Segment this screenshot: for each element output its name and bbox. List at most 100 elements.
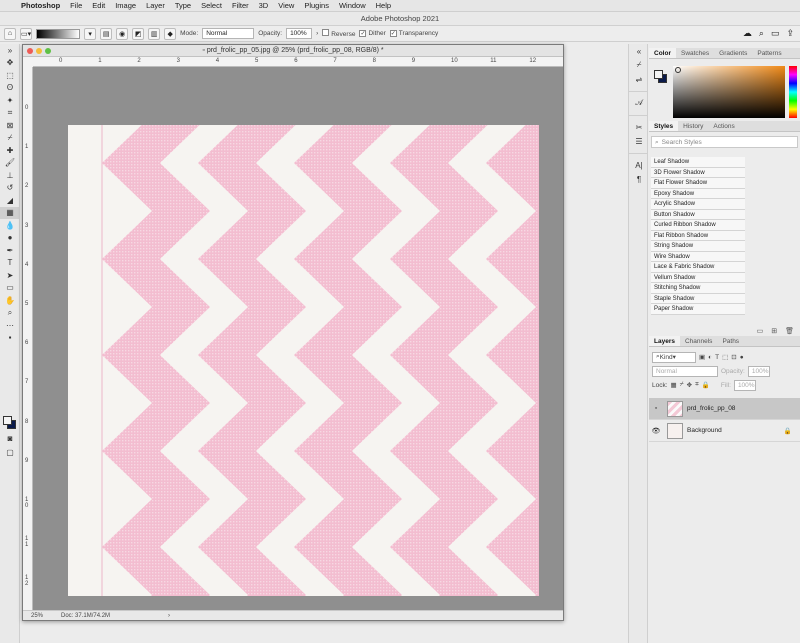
opacity-arrow-icon[interactable]: › — [316, 30, 318, 37]
canvas-area[interactable] — [33, 67, 563, 611]
cloud-sync-icon[interactable]: ☁ — [743, 28, 752, 39]
new-style-icon[interactable]: ⊞ — [771, 327, 777, 335]
tab-patterns[interactable]: Patterns — [752, 48, 786, 58]
workspace-icon[interactable]: ▭ — [771, 28, 780, 39]
style-item[interactable]: Wire Shadow — [651, 251, 745, 262]
menu-edit[interactable]: Edit — [87, 1, 110, 10]
angle-gradient-button[interactable]: ◩ — [132, 27, 145, 40]
close-window-icon[interactable] — [27, 48, 33, 54]
zoom-tool-icon[interactable]: ⌕ — [0, 307, 20, 320]
style-item[interactable]: Stitching Shadow — [651, 283, 745, 294]
marquee-tool-icon[interactable]: ⬚ — [0, 69, 20, 82]
gradient-preview[interactable] — [36, 28, 81, 39]
transparency-checkbox[interactable]: ✓ Transparency — [389, 30, 438, 37]
dither-checkbox[interactable]: ✓ Dither — [359, 30, 386, 37]
style-item[interactable]: Vellum Shadow — [651, 272, 745, 283]
edit-toolbar-icon[interactable]: ⋯ — [0, 319, 20, 332]
lock-artboard-icon[interactable]: ⌗ — [695, 381, 699, 389]
clone-stamp-tool-icon[interactable]: ⊥ — [0, 169, 20, 182]
tools-collapse-icon[interactable]: » — [0, 44, 20, 57]
style-item[interactable]: Staple Shadow — [651, 293, 745, 304]
styles-search-input[interactable]: ⌕ Search Styles — [651, 136, 798, 148]
gradient-tool-icon[interactable]: ▦ — [0, 206, 20, 219]
menu-plugins[interactable]: Plugins — [299, 1, 334, 10]
gradient-dropdown-icon[interactable]: ▾ — [84, 27, 97, 40]
hue-slider[interactable] — [789, 66, 797, 118]
tab-history[interactable]: History — [678, 121, 708, 131]
filter-type-icon[interactable]: T — [715, 354, 719, 361]
horizontal-ruler[interactable]: 0 1 2 3 4 5 6 7 8 9 10 11 12 — [33, 57, 563, 67]
menu-image[interactable]: Image — [110, 1, 141, 10]
mode-select[interactable]: Normal — [202, 28, 255, 39]
blur-tool-icon[interactable]: 💧 — [0, 219, 20, 232]
tab-swatches[interactable]: Swatches — [676, 48, 714, 58]
quick-mask-icon[interactable]: ◙ — [0, 432, 20, 445]
diamond-gradient-button[interactable]: ◆ — [164, 27, 177, 40]
lock-transparent-icon[interactable]: ▦ — [671, 381, 677, 389]
pen-tool-icon[interactable]: ✒ — [0, 244, 20, 257]
style-item[interactable]: Flat Ribbon Shadow — [651, 230, 745, 241]
screen-mode-icon[interactable]: ▢ — [0, 446, 20, 459]
layer-row[interactable]: 👁 Background 🔒 — [649, 420, 800, 442]
properties-panel-icon[interactable]: ☰ — [629, 134, 649, 148]
menu-filter[interactable]: Filter — [227, 1, 254, 10]
tab-layers[interactable]: Layers — [649, 336, 680, 346]
share-icon[interactable]: ⇪ — [786, 28, 794, 39]
default-colors-icon[interactable]: ▪ — [0, 332, 20, 345]
style-item[interactable]: Acrylic Shadow — [651, 199, 745, 210]
dodge-tool-icon[interactable]: ● — [0, 232, 20, 245]
character-panel-icon[interactable]: A| — [629, 158, 649, 172]
filter-shape-icon[interactable]: ⬚ — [722, 353, 728, 361]
menu-help[interactable]: Help — [371, 1, 396, 10]
menu-view[interactable]: View — [273, 1, 299, 10]
menu-layer[interactable]: Layer — [141, 1, 170, 10]
menu-window[interactable]: Window — [334, 1, 371, 10]
reflected-gradient-button[interactable]: ▥ — [148, 27, 161, 40]
menu-3d[interactable]: 3D — [254, 1, 274, 10]
rectangle-tool-icon[interactable]: ▭ — [0, 282, 20, 295]
zoom-level[interactable]: 25% — [31, 611, 43, 620]
hand-tool-icon[interactable]: ✋ — [0, 294, 20, 307]
paragraph-panel-icon[interactable]: ¶ — [629, 172, 649, 186]
eyedropper-tool-icon[interactable]: ⌿ — [0, 132, 20, 145]
document-canvas[interactable] — [68, 125, 539, 596]
style-item[interactable]: Flat Flower Shadow — [651, 178, 745, 189]
style-item[interactable]: 3D Flower Shadow — [651, 167, 745, 178]
visibility-toggle-hidden[interactable]: ▫ — [649, 405, 663, 412]
zoom-window-icon[interactable] — [45, 48, 51, 54]
tab-color[interactable]: Color — [649, 48, 676, 58]
filter-toggle-icon[interactable]: ● — [740, 354, 744, 361]
lasso-tool-icon[interactable]: ʘ — [0, 82, 20, 95]
brush-tool-icon[interactable]: 🖌 — [0, 157, 20, 170]
panels-collapse-icon[interactable]: « — [629, 44, 649, 58]
visibility-eye-icon[interactable]: 👁 — [649, 427, 663, 435]
home-icon[interactable]: ⌂ — [4, 27, 16, 40]
tool-presets-icon[interactable]: ✂ — [629, 120, 649, 134]
filter-adjustment-icon[interactable]: ◐ — [708, 354, 712, 361]
reverse-checkbox[interactable]: Reverse — [322, 29, 355, 38]
style-item[interactable]: Epoxy Shadow — [651, 188, 745, 199]
lock-position-icon[interactable]: ✥ — [687, 381, 692, 389]
delete-style-icon[interactable]: 🗑 — [785, 327, 794, 335]
menu-file[interactable]: File — [65, 1, 87, 10]
menu-app-name[interactable]: Photoshop — [16, 1, 65, 10]
style-item[interactable]: Paper Shadow — [651, 304, 745, 315]
foreground-color-swatch[interactable] — [3, 416, 12, 425]
menu-type[interactable]: Type — [170, 1, 196, 10]
style-item[interactable]: Lace & Fabric Shadow — [651, 262, 745, 273]
opacity-field[interactable]: 100% — [286, 28, 313, 39]
filter-smart-object-icon[interactable]: ⊡ — [731, 353, 736, 361]
type-tool-icon[interactable]: T — [0, 257, 20, 270]
glyphs-panel-icon[interactable]: 𝒜 — [629, 96, 649, 110]
new-group-icon[interactable]: ▭ — [757, 327, 764, 335]
tab-gradients[interactable]: Gradients — [714, 48, 752, 58]
tab-actions[interactable]: Actions — [708, 121, 739, 131]
tab-styles[interactable]: Styles — [649, 121, 679, 131]
layer-row[interactable]: ▫ prd_frolic_pp_08 — [649, 398, 800, 420]
crop-tool-icon[interactable]: ⌗ — [0, 107, 20, 120]
lock-image-icon[interactable]: ⌿ — [680, 381, 684, 389]
eraser-tool-icon[interactable]: ◢ — [0, 194, 20, 207]
history-brush-tool-icon[interactable]: ↺ — [0, 182, 20, 195]
vertical-ruler[interactable]: 0 1 2 3 4 5 6 7 8 9 1 0 1 1 1 2 — [23, 67, 33, 611]
blend-mode-select[interactable]: Normal — [652, 365, 718, 377]
